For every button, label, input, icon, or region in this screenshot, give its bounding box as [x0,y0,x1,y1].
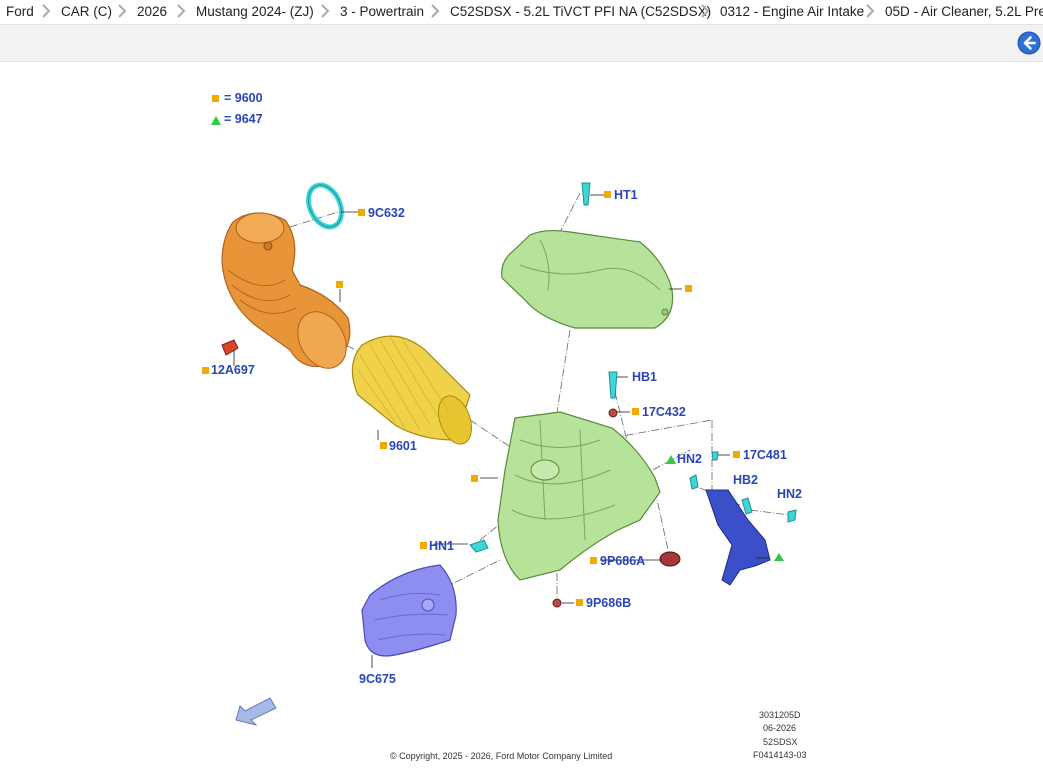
chevron-right-icon [42,4,51,18]
part-label-HB1[interactable]: HB1 [632,370,657,384]
legend-item-9600: = 9600 [224,91,263,105]
chevron-right-icon [321,4,330,18]
air-cleaner-cover-part[interactable] [501,229,674,329]
chevron-right-icon [431,4,440,18]
previous-view-button[interactable] [235,697,277,726]
breadcrumb-item-air-cleaner[interactable]: 05D - Air Cleaner, 5.2L Pred [885,4,1043,19]
intake-tube-part[interactable] [221,212,356,377]
part-label-HN2-left[interactable]: HN2 [677,452,702,466]
part-label-17C432[interactable]: 17C432 [642,405,686,419]
air-filter-part[interactable] [351,335,477,449]
breadcrumb-item-air-intake[interactable]: 0312 - Engine Air Intake [720,4,864,19]
part-label-17C481[interactable]: 17C481 [743,448,787,462]
illustration-date: 06-2026 [763,723,797,733]
bracket-part[interactable] [705,489,771,586]
illustration-code: 3031205D [759,710,801,720]
breadcrumb-item-model[interactable]: Mustang 2024- (ZJ) [196,4,314,19]
part-label-9C632[interactable]: 9C632 [368,206,405,220]
chevron-right-icon [866,4,875,18]
part-label-HN1[interactable]: HN1 [429,539,454,553]
callout-marker [685,285,692,292]
part-label-HB2[interactable]: HB2 [733,473,758,487]
copyright-text: © Copyright, 2025 - 2026, Ford Motor Com… [390,751,613,761]
part-label-9P686A[interactable]: 9P686A [600,554,645,568]
duct-cover-part[interactable] [361,564,457,657]
breadcrumb-item-ford[interactable]: Ford [6,4,34,19]
chevron-right-icon [701,4,710,18]
illustration-figure-id: F0414143-03 [753,750,807,760]
breadcrumb-item-car[interactable]: CAR (C) [61,4,112,19]
callout-triangle-marker [774,553,784,561]
part-label-9P686B[interactable]: 9P686B [586,596,631,610]
part-label-9601[interactable]: 9601 [389,439,417,453]
legend-square-marker [212,95,219,102]
part-label-12A697[interactable]: 12A697 [211,363,255,377]
breadcrumb-item-powertrain[interactable]: 3 - Powertrain [340,4,424,19]
arrow-down-left-icon [235,697,277,726]
chevron-right-icon [118,4,127,18]
toolbar [0,24,1043,62]
sensor-part[interactable] [221,339,239,356]
exploded-view-illustration [221,182,797,726]
legend-triangle-marker [211,116,221,125]
illustration-model: 52SDSX [763,737,798,747]
parts-diagram: = 9600 = 9647 9C632 HT1 12A697 HB1 17C43… [0,61,1043,773]
breadcrumb-item-year[interactable]: 2026 [137,4,167,19]
legend-item-9647: = 9647 [224,112,263,126]
part-label-HN2-right[interactable]: HN2 [777,487,802,501]
breadcrumb: Ford CAR (C) 2026 Mustang 2024- (ZJ) 3 -… [0,0,1043,24]
callout-marker [471,475,478,482]
part-label-HT1[interactable]: HT1 [614,188,638,202]
breadcrumb-item-engine[interactable]: C52SDSX - 5.2L TiVCT PFI NA (C52SDSX) [450,4,711,19]
chevron-right-icon [177,4,186,18]
back-button[interactable] [1017,31,1041,55]
callout-marker [336,281,343,288]
part-label-9C675[interactable]: 9C675 [359,672,396,686]
